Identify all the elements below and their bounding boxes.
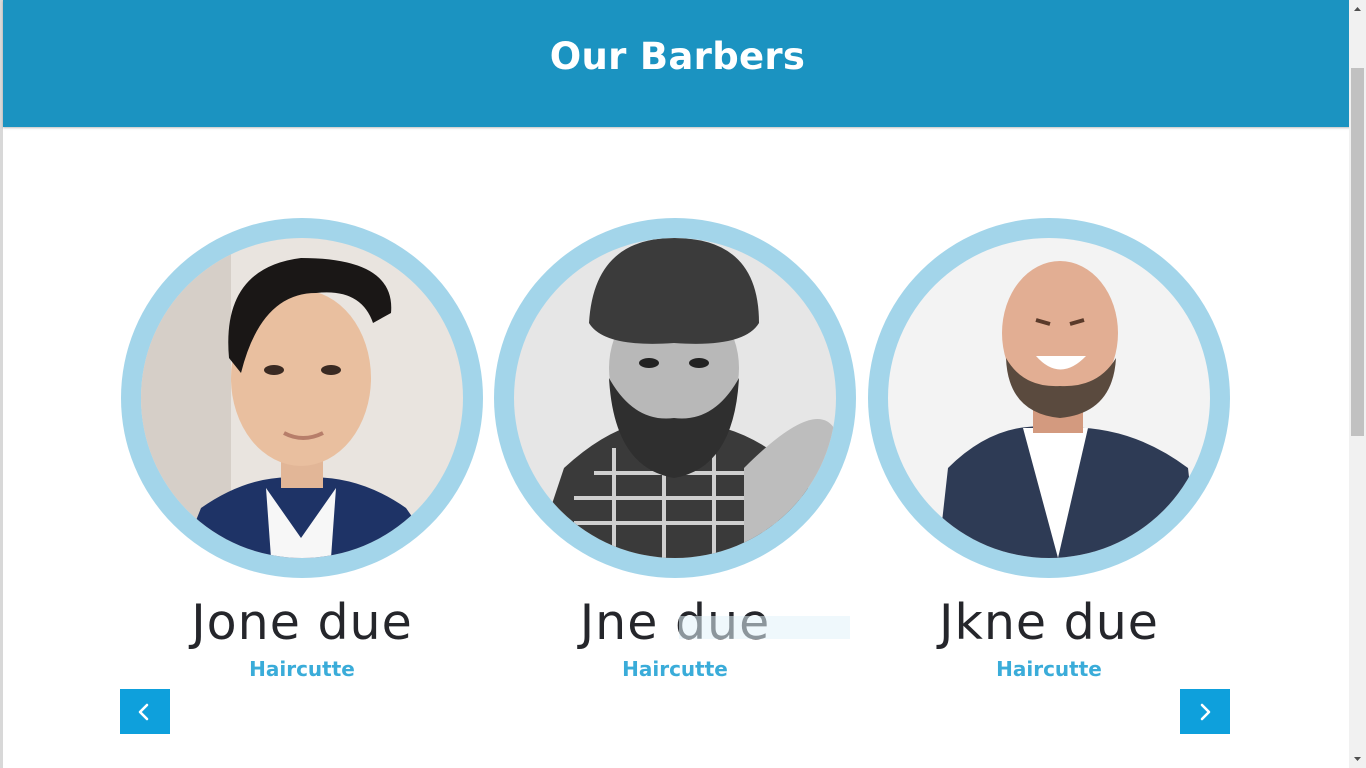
scroll-up-arrow-icon[interactable] bbox=[1353, 4, 1362, 13]
barber-photo bbox=[141, 238, 463, 558]
carousel-prev-button[interactable] bbox=[120, 689, 170, 734]
barber-role: Haircutte bbox=[249, 657, 355, 681]
page: Our Barbers Jone due Haircutte Jne due H… bbox=[0, 0, 1352, 768]
bald-laughing-photo-icon bbox=[888, 238, 1210, 558]
faded-overlay bbox=[679, 616, 850, 639]
page-title: Our Barbers bbox=[549, 35, 806, 78]
barber-role: Haircutte bbox=[996, 657, 1102, 681]
vertical-scrollbar[interactable] bbox=[1349, 0, 1366, 768]
chevron-right-icon bbox=[1200, 703, 1211, 721]
page-header: Our Barbers bbox=[3, 0, 1352, 127]
chevron-left-icon bbox=[138, 703, 149, 721]
bearded-beanie-photo-icon bbox=[514, 238, 836, 558]
barber-photo bbox=[888, 238, 1210, 558]
barber-photo bbox=[514, 238, 836, 558]
barber-role: Haircutte bbox=[622, 657, 728, 681]
scrollbar-thumb[interactable] bbox=[1351, 68, 1364, 436]
young-man-suit-photo-icon bbox=[141, 238, 463, 558]
scroll-down-arrow-icon[interactable] bbox=[1353, 755, 1362, 764]
barber-name: Jkne due bbox=[939, 594, 1159, 651]
carousel-next-button[interactable] bbox=[1180, 689, 1230, 734]
barber-name: Jone due bbox=[191, 594, 413, 651]
